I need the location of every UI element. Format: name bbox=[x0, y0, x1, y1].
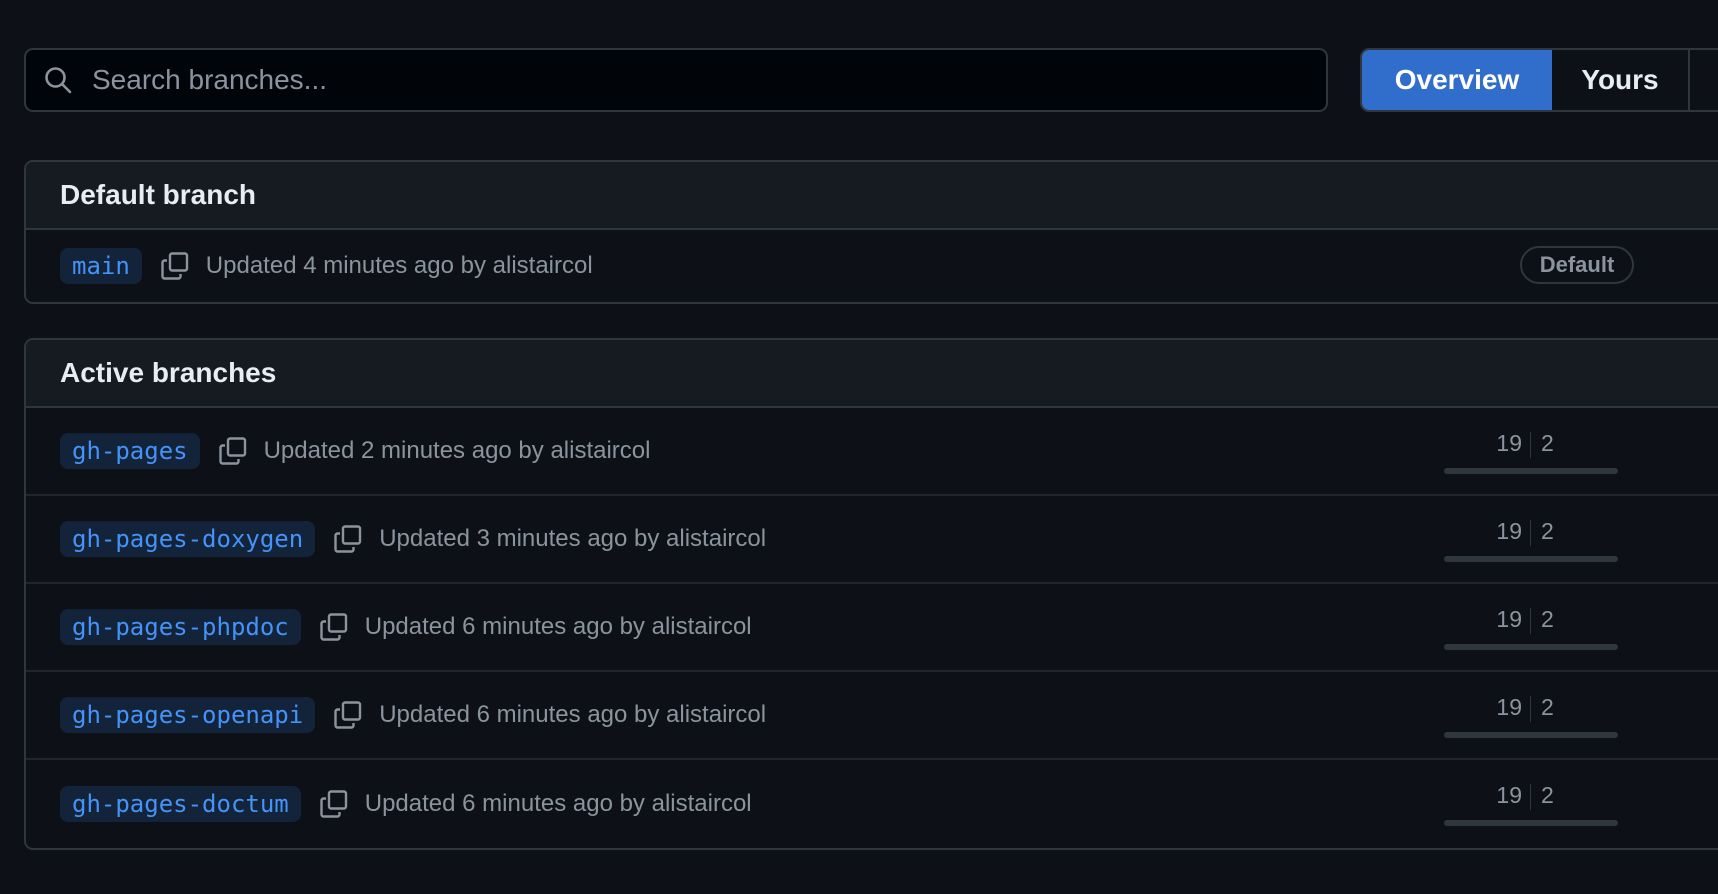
behind-count: 19 bbox=[1496, 782, 1522, 808]
branch-row: gh-pages Updated 2 minutes ago by alista… bbox=[26, 408, 1718, 496]
ahead-behind-indicator: 19 2 bbox=[1438, 694, 1630, 738]
default-branch-section: Default branch main Updated 4 minutes ag… bbox=[24, 160, 1718, 304]
ahead-behind-bar bbox=[1444, 468, 1618, 474]
divider bbox=[1530, 520, 1531, 546]
section-title: Default branch bbox=[26, 162, 1718, 230]
branch-row: gh-pages-doctum Updated 6 minutes ago by… bbox=[26, 760, 1718, 848]
section-title: Active branches bbox=[26, 340, 1718, 408]
branch-name-link[interactable]: gh-pages-phpdoc bbox=[60, 609, 301, 645]
updated-text: Updated 4 minutes ago by alistaircol bbox=[205, 252, 593, 279]
copy-icon[interactable] bbox=[317, 610, 351, 644]
branch-name-link[interactable]: gh-pages bbox=[60, 433, 200, 469]
active-branches-section: Active branches gh-pages Updated 2 minut… bbox=[24, 338, 1718, 850]
ahead-behind-bar bbox=[1444, 644, 1618, 650]
ahead-behind-bar bbox=[1444, 556, 1618, 562]
search-input[interactable] bbox=[76, 50, 1326, 110]
behind-count: 19 bbox=[1496, 518, 1522, 544]
ahead-behind-bar bbox=[1444, 820, 1618, 826]
default-badge: Default bbox=[1520, 246, 1634, 284]
copy-icon[interactable] bbox=[331, 522, 365, 556]
copy-icon[interactable] bbox=[216, 434, 250, 468]
behind-count: 19 bbox=[1496, 606, 1522, 632]
branch-row: gh-pages-doxygen Updated 3 minutes ago b… bbox=[26, 496, 1718, 584]
branch-name-link[interactable]: gh-pages-doxygen bbox=[60, 521, 316, 557]
branch-name-link[interactable]: gh-pages-doctum bbox=[60, 786, 301, 822]
updated-text: Updated 3 minutes ago by alistaircol bbox=[379, 525, 767, 552]
ahead-count: 2 bbox=[1541, 518, 1554, 544]
tab-yours[interactable]: Yours bbox=[1552, 50, 1690, 110]
copy-icon[interactable] bbox=[331, 698, 365, 732]
ahead-behind-indicator: 19 2 bbox=[1438, 606, 1630, 650]
copy-icon[interactable] bbox=[317, 787, 351, 821]
updated-text: Updated 6 minutes ago by alistaircol bbox=[364, 613, 752, 640]
ahead-count: 2 bbox=[1541, 694, 1554, 720]
tab-overview[interactable]: Overview bbox=[1362, 50, 1552, 110]
branch-row: main Updated 4 minutes ago by alistairco… bbox=[26, 230, 1718, 302]
ahead-behind-indicator: 19 2 bbox=[1438, 518, 1630, 562]
divider bbox=[1530, 784, 1531, 810]
ahead-count: 2 bbox=[1541, 606, 1554, 632]
behind-count: 19 bbox=[1496, 430, 1522, 456]
branch-name-link[interactable]: gh-pages-openapi bbox=[60, 697, 316, 733]
branch-view-tabs: Overview Yours bbox=[1360, 48, 1718, 112]
updated-text: Updated 2 minutes ago by alistaircol bbox=[263, 437, 651, 464]
updated-text: Updated 6 minutes ago by alistaircol bbox=[379, 701, 767, 728]
branch-row: gh-pages-openapi Updated 6 minutes ago b… bbox=[26, 672, 1718, 760]
tab-more[interactable] bbox=[1690, 50, 1718, 110]
search-box[interactable] bbox=[24, 48, 1328, 112]
ahead-count: 2 bbox=[1541, 782, 1554, 808]
divider bbox=[1530, 432, 1531, 458]
updated-text: Updated 6 minutes ago by alistaircol bbox=[364, 790, 752, 817]
branch-row: gh-pages-phpdoc Updated 6 minutes ago by… bbox=[26, 584, 1718, 672]
copy-icon[interactable] bbox=[158, 249, 192, 283]
ahead-behind-indicator: 19 2 bbox=[1438, 430, 1630, 474]
divider bbox=[1530, 696, 1531, 722]
ahead-behind-bar bbox=[1444, 732, 1618, 738]
branch-name-link[interactable]: main bbox=[60, 248, 142, 284]
behind-count: 19 bbox=[1496, 694, 1522, 720]
ahead-count: 2 bbox=[1541, 430, 1554, 456]
ahead-behind-indicator: 19 2 bbox=[1438, 782, 1630, 826]
divider bbox=[1530, 608, 1531, 634]
search-icon bbox=[40, 62, 76, 98]
